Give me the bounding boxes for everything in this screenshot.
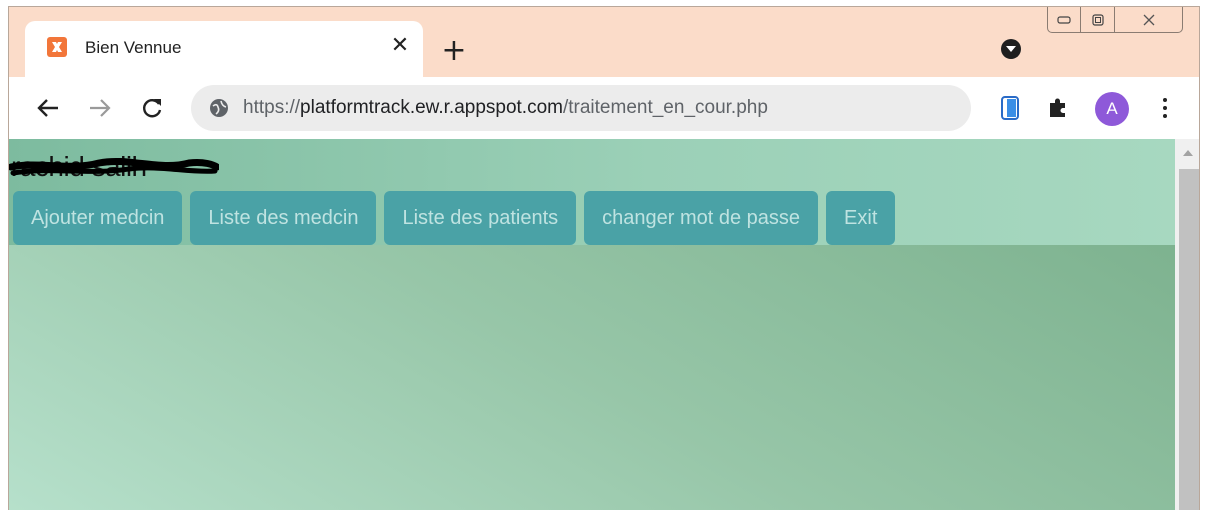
scroll-up-arrow-icon[interactable]: [1175, 145, 1199, 161]
url-path: /traitement_en_cour.php: [562, 97, 768, 118]
page-header: rachid salih Ajouter medcin Liste des me…: [9, 139, 1175, 245]
minimize-button[interactable]: [1047, 7, 1081, 33]
tab-title: Bien Vennue: [85, 38, 182, 57]
browser-window: Bien Vennue ✕ + https://platformtrack.ew…: [8, 6, 1200, 510]
back-arrow-icon[interactable]: [33, 93, 63, 123]
patient-list-button[interactable]: Liste des patients: [384, 191, 577, 245]
maximize-button[interactable]: [1081, 7, 1115, 33]
redaction-scribble: [9, 157, 219, 176]
new-tab-button[interactable]: +: [439, 36, 469, 67]
xampp-icon: [47, 37, 67, 57]
reload-icon[interactable]: [137, 93, 167, 123]
browser-toolbar: https://platformtrack.ew.r.appspot.com/t…: [9, 77, 1199, 139]
extension-phone-icon[interactable]: [997, 95, 1023, 121]
globe-icon[interactable]: [209, 98, 229, 118]
close-window-button[interactable]: [1115, 7, 1183, 33]
menu-kebab-icon[interactable]: [1159, 95, 1171, 121]
forward-arrow-icon[interactable]: [85, 93, 115, 123]
address-bar[interactable]: https://platformtrack.ew.r.appspot.com/t…: [191, 85, 971, 131]
tab-close-icon[interactable]: ✕: [387, 33, 413, 59]
exit-button[interactable]: Exit: [826, 191, 896, 245]
url-scheme: https://: [243, 97, 301, 118]
extensions-puzzle-icon[interactable]: [1045, 95, 1071, 121]
vertical-scrollbar[interactable]: [1175, 139, 1199, 510]
browser-tab[interactable]: Bien Vennue ✕: [25, 21, 423, 77]
url-host: platformtrack.ew.r.appspot.com: [300, 97, 563, 118]
scrollbar-thumb[interactable]: [1179, 169, 1199, 510]
tab-search-icon[interactable]: [1001, 39, 1021, 59]
page-background: rachid salih Ajouter medcin Liste des me…: [9, 139, 1175, 510]
main-menu: Ajouter medcin Liste des medcin Liste de…: [13, 191, 896, 245]
tab-strip: Bien Vennue ✕ +: [9, 7, 1199, 77]
url-text: https://platformtrack.ew.r.appspot.com/t…: [243, 97, 768, 119]
doctor-list-button[interactable]: Liste des medcin: [190, 191, 377, 245]
add-doctor-button[interactable]: Ajouter medcin: [13, 191, 183, 245]
change-password-button[interactable]: changer mot de passe: [584, 191, 819, 245]
window-controls: [1047, 7, 1199, 37]
page-viewport: rachid salih Ajouter medcin Liste des me…: [9, 139, 1199, 510]
profile-avatar[interactable]: A: [1095, 92, 1129, 126]
